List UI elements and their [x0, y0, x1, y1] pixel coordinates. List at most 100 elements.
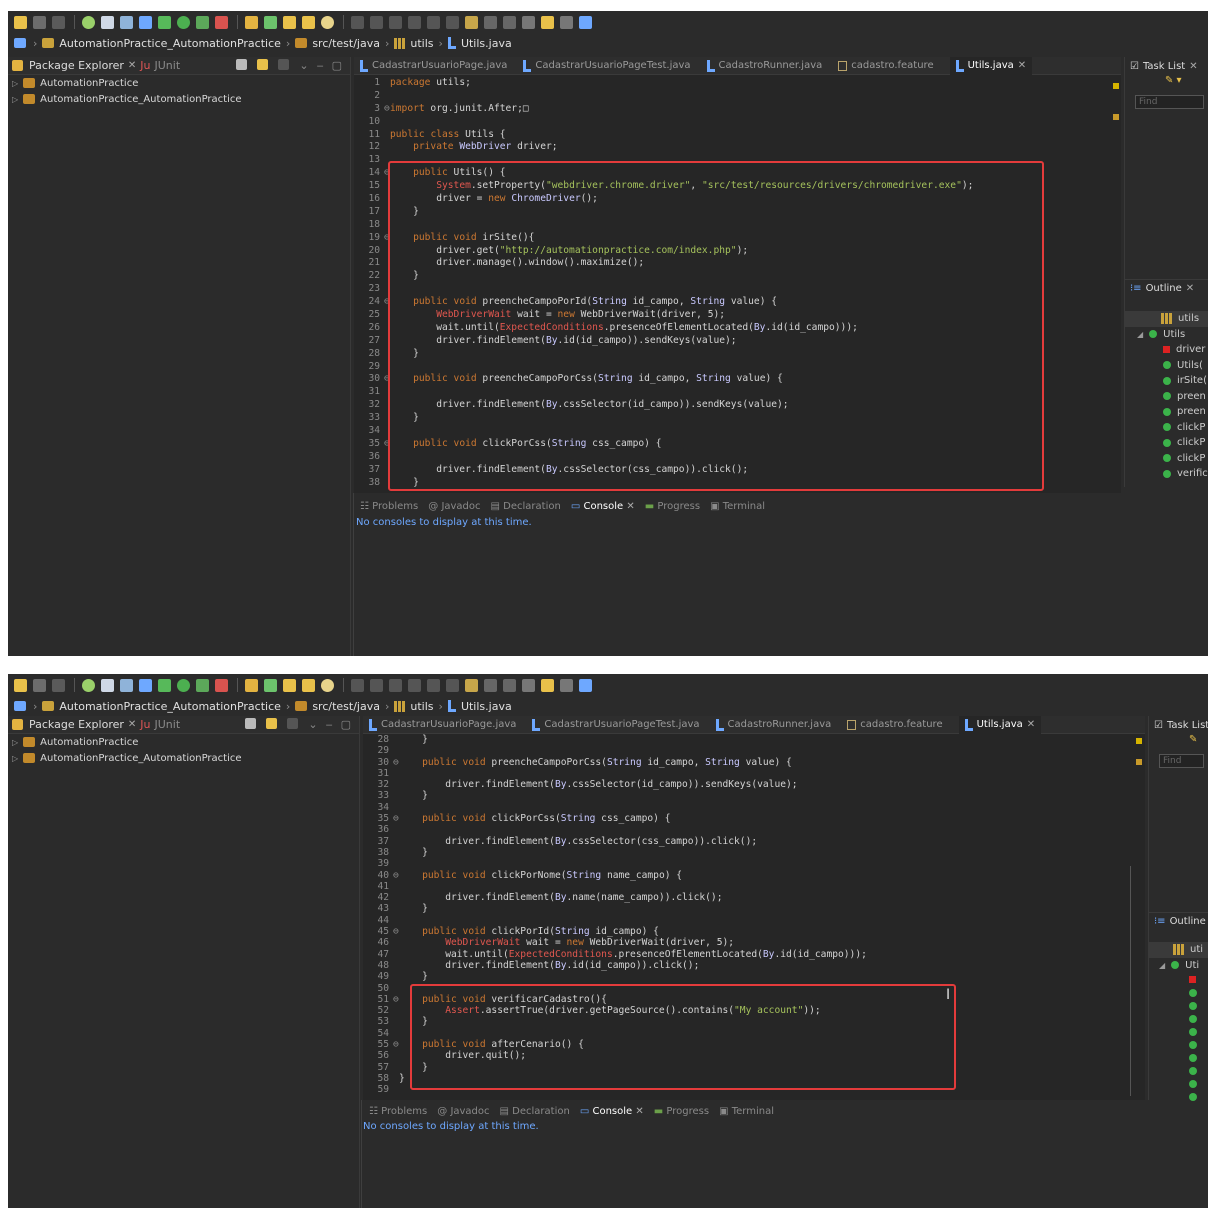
check-icon[interactable] [82, 678, 95, 692]
code-line[interactable]: 30 ⊖ public void preencheCampoPorCss(Stri… [354, 373, 1121, 386]
code-line[interactable]: 56 driver.quit(); [363, 1050, 1145, 1061]
code-line[interactable]: 18 [354, 219, 1121, 232]
block-select-icon[interactable] [389, 15, 402, 29]
code-line[interactable]: 54 [363, 1028, 1145, 1039]
close-icon[interactable]: ✕ [1027, 719, 1035, 730]
code-line[interactable]: 39 [363, 858, 1145, 869]
new-class-icon[interactable] [264, 15, 277, 29]
code-line[interactable]: 35 ⊖ public void clickPorCss(String css_c… [354, 438, 1121, 451]
code-line[interactable]: 28 } [354, 348, 1121, 361]
close-icon[interactable]: ✕ [128, 719, 136, 730]
tab-terminal[interactable]: ▣ Terminal [710, 501, 765, 512]
code-line[interactable]: 3 ⊖ import org.junit.After;□ [354, 103, 1121, 116]
code-line[interactable]: 24 ⊖ public void preencheCampoPorId(Strin… [354, 296, 1121, 309]
next-annotation-icon[interactable] [484, 15, 497, 29]
outline-class[interactable]: ◢ Uti [1149, 958, 1208, 974]
whitespace-icon[interactable] [427, 678, 440, 692]
debug-icon[interactable] [158, 15, 171, 29]
tree-item[interactable]: ▷ AutomationPractice_AutomationPractice [8, 91, 350, 107]
tree-item[interactable]: ▷ AutomationPractice_AutomationPractice [8, 750, 359, 766]
tab-package-explorer[interactable]: Package Explorer [29, 59, 124, 72]
open-task-icon[interactable] [302, 15, 315, 29]
code-line[interactable]: 37 driver.findElement(By.cssSelector(css… [363, 836, 1145, 847]
task-icon[interactable] [120, 15, 133, 29]
open-type-icon[interactable] [283, 678, 296, 692]
word-wrap-icon[interactable] [408, 678, 421, 692]
back-arrow-icon[interactable] [541, 15, 554, 29]
code-line[interactable]: 13 [354, 154, 1121, 167]
code-line[interactable]: 33 } [354, 412, 1121, 425]
check-icon[interactable] [82, 15, 95, 29]
code-line[interactable]: 22 } [354, 270, 1121, 283]
focus-icon[interactable] [278, 59, 290, 70]
minimize-icon[interactable]: ‒ [326, 718, 333, 731]
code-area[interactable]: 28 } 29 30 ⊖ public void preencheCampoPorCs… [363, 734, 1145, 1100]
code-editor[interactable]: CadastrarUsuarioPage.java CadastrarUsuar… [354, 56, 1121, 493]
collapse-all-icon[interactable] [236, 59, 248, 70]
code-line[interactable]: 17 } [354, 206, 1121, 219]
collapse-arrow-icon[interactable]: ◢ [1137, 330, 1143, 339]
run-coverage-icon[interactable] [196, 678, 209, 692]
search-icon[interactable] [321, 15, 334, 29]
code-line[interactable]: 51 ⊖ public void verificarCadastro(){ [363, 994, 1145, 1005]
tab-outline[interactable]: Outline [1170, 916, 1206, 927]
external-tools-icon[interactable] [215, 15, 228, 29]
breadcrumb-folder[interactable]: src/test/java [312, 700, 380, 713]
outline-method[interactable] [1149, 986, 1208, 999]
run-icon[interactable] [177, 678, 190, 692]
code-line[interactable]: 14 ⊖ public Utils() { [354, 167, 1121, 180]
tab-cadastrar-usuario-page-test[interactable]: CadastrarUsuarioPageTest.java [532, 718, 700, 731]
code-line[interactable]: 41 [363, 881, 1145, 892]
outline-method[interactable]: clickP [1125, 451, 1208, 467]
maximize-icon[interactable]: ▢ [341, 718, 351, 731]
new-task-icon[interactable]: ✎ ▾ [1125, 75, 1208, 89]
code-line[interactable]: 38 } [363, 847, 1145, 858]
tab-problems[interactable]: ☷ Problems [360, 501, 418, 512]
code-line[interactable]: 32 driver.findElement(By.cssSelector(id_… [363, 779, 1145, 790]
new-java-project-icon[interactable] [245, 678, 258, 692]
tab-cadastro-runner[interactable]: CadastroRunner.java [706, 59, 822, 72]
tab-junit[interactable]: JUnit [155, 59, 181, 72]
code-line[interactable]: 40 ⊖ public void clickPorNome(String name… [363, 870, 1145, 881]
code-line[interactable]: 50 [363, 983, 1145, 994]
close-icon[interactable]: ✕ [626, 501, 634, 512]
new-class-icon[interactable] [264, 678, 277, 692]
code-line[interactable]: 37 driver.findElement(By.cssSelector(css… [354, 464, 1121, 477]
tab-declaration[interactable]: ▤ Declaration [491, 501, 561, 512]
open-task-icon[interactable] [302, 678, 315, 692]
outline-method[interactable] [1149, 1051, 1208, 1064]
next-annotation-icon[interactable] [484, 678, 497, 692]
code-line[interactable]: 2 [354, 90, 1121, 103]
code-line[interactable]: 43 } [363, 903, 1145, 914]
code-line[interactable]: 33 } [363, 790, 1145, 801]
code-line[interactable]: 57 } [363, 1062, 1145, 1073]
code-line[interactable]: 12 private WebDriver driver; [354, 141, 1121, 154]
expand-arrow-icon[interactable]: ▷ [12, 95, 18, 104]
outline-method[interactable] [1149, 1090, 1208, 1103]
code-line[interactable]: 59 [363, 1084, 1145, 1095]
code-line[interactable]: 11 public class Utils { [354, 129, 1121, 142]
outline-class[interactable]: ◢ Utils [1125, 327, 1208, 343]
expand-arrow-icon[interactable]: ▷ [12, 754, 18, 763]
tab-declaration[interactable]: ▤ Declaration [500, 1106, 570, 1117]
save-icon[interactable] [33, 678, 46, 692]
outline-method[interactable]: Utils( [1125, 358, 1208, 374]
outline-method[interactable] [1149, 999, 1208, 1012]
debug-icon[interactable] [158, 678, 171, 692]
tree-item[interactable]: ▷ AutomationPractice [8, 75, 350, 91]
outline-method[interactable] [1149, 1012, 1208, 1025]
breadcrumb-project[interactable]: AutomationPractice_AutomationPractice [59, 700, 281, 713]
tab-terminal[interactable]: ▣ Terminal [719, 1106, 774, 1117]
outline-method[interactable] [1149, 1077, 1208, 1090]
breadcrumb-folder[interactable]: src/test/java [312, 37, 380, 50]
code-line[interactable]: 27 driver.findElement(By.id(id_campo)).s… [354, 335, 1121, 348]
link-editor-icon[interactable] [257, 59, 269, 70]
tab-task-list[interactable]: Task List [1167, 720, 1208, 731]
breadcrumb-file[interactable]: Utils.java [461, 37, 512, 50]
code-line[interactable]: 53 } [363, 1016, 1145, 1027]
tree-item[interactable]: ▷ AutomationPractice [8, 734, 359, 750]
outline-field[interactable] [1149, 973, 1208, 986]
tab-progress[interactable]: ▬ Progress [654, 1106, 709, 1117]
toggle-mark-icon[interactable] [351, 678, 364, 692]
close-icon[interactable]: ✕ [128, 60, 136, 71]
